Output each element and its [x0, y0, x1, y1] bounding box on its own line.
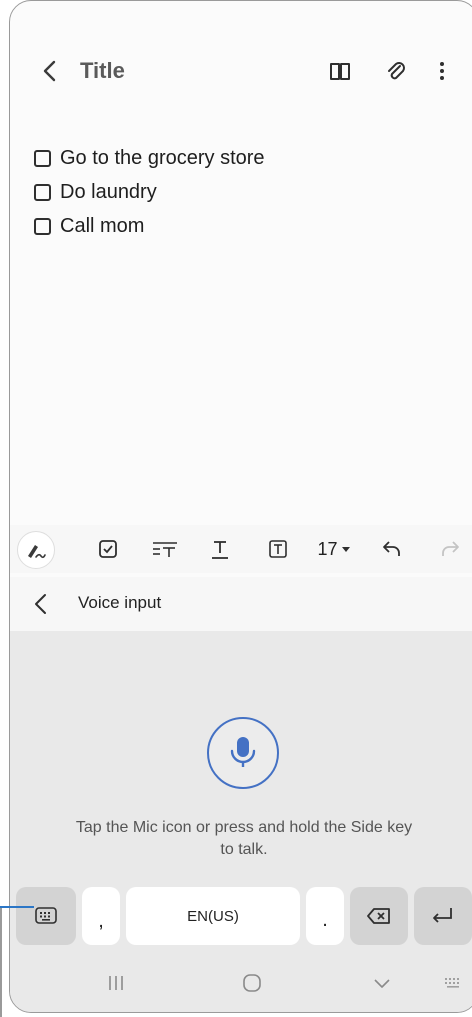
redo-icon: [442, 541, 459, 556]
mic-icon: [230, 737, 256, 767]
keyboard-icon: [445, 978, 459, 988]
enter-icon: [433, 908, 452, 923]
mic-button[interactable]: [207, 717, 279, 789]
space-key[interactable]: EN(US): [126, 887, 300, 945]
note-title[interactable]: Title: [80, 58, 125, 84]
text-box-icon: [269, 540, 287, 558]
voice-hint-line: to talk.: [220, 841, 268, 858]
backspace-icon: [367, 908, 390, 924]
checklist-item[interactable]: Go to the grocery store: [10, 141, 472, 175]
recents-button[interactable]: [102, 969, 130, 997]
callout-line: [0, 907, 2, 1017]
undo-button[interactable]: [378, 535, 406, 563]
comma-key[interactable]: ,: [82, 887, 120, 945]
language-label: EN(US): [187, 907, 239, 925]
home-button[interactable]: [238, 969, 266, 997]
voice-input-panel: Tap the Mic icon or press and hold the S…: [10, 631, 472, 1012]
font-size-value: 17: [317, 538, 338, 559]
chevron-left-icon: [35, 594, 46, 614]
paragraph-style-button[interactable]: [150, 535, 180, 563]
pen-icon: [28, 545, 46, 559]
more-vertical-icon: [440, 62, 444, 80]
hide-keyboard-button[interactable]: [368, 969, 396, 997]
keyboard-toggle-button[interactable]: [16, 887, 76, 945]
back-button[interactable]: [36, 57, 64, 85]
checklist-item[interactable]: Call mom: [10, 209, 472, 243]
dropdown-arrow-icon: [341, 547, 350, 552]
attach-button[interactable]: [382, 57, 410, 85]
voice-input-header: Voice input: [10, 577, 472, 631]
chevron-down-icon: [374, 979, 390, 988]
home-icon: [243, 974, 261, 992]
phone-frame: Title Go to the grocery store Do laundry: [9, 0, 472, 1013]
checklist-item-label: Go to the grocery store: [60, 146, 265, 169]
keyboard-switch-button[interactable]: [440, 969, 466, 997]
paperclip-icon: [388, 62, 405, 80]
period-key-label: .: [322, 908, 328, 931]
comma-key-label: ,: [98, 909, 104, 932]
navigation-bar: [10, 955, 472, 1011]
handwriting-button[interactable]: [17, 531, 55, 569]
text-underline-icon: [212, 541, 228, 559]
callout-pointer: [0, 906, 34, 908]
book-icon: [330, 63, 350, 80]
text-underline-button[interactable]: [206, 535, 234, 563]
undo-icon: [383, 541, 400, 556]
font-size-button[interactable]: 17: [314, 535, 354, 563]
chevron-left-icon: [43, 60, 56, 82]
enter-key[interactable]: [414, 887, 472, 945]
checkbox[interactable]: [34, 217, 51, 235]
checkbox-format-button[interactable]: [94, 535, 122, 563]
recents-icon: [109, 976, 123, 990]
voice-hint: Tap the Mic icon or press and hold the S…: [10, 817, 472, 861]
backspace-key[interactable]: [350, 887, 408, 945]
keyboard-row: , EN(US) .: [10, 887, 472, 947]
period-key[interactable]: .: [306, 887, 344, 945]
checkbox[interactable]: [34, 183, 51, 201]
voice-back-button[interactable]: [28, 591, 54, 617]
note-body[interactable]: Go to the grocery store Do laundry Call …: [10, 141, 472, 243]
checkbox[interactable]: [34, 149, 51, 167]
checklist-item-label: Do laundry: [60, 180, 157, 203]
checklist-item[interactable]: Do laundry: [10, 175, 472, 209]
checklist-item-label: Call mom: [60, 214, 145, 237]
text-box-button[interactable]: [264, 535, 292, 563]
redo-button[interactable]: [436, 535, 464, 563]
format-toolbar: 17: [10, 525, 472, 573]
reading-mode-button[interactable]: [326, 57, 354, 85]
voice-hint-line: Tap the Mic icon or press and hold the S…: [75, 819, 413, 836]
voice-input-title: Voice input: [78, 593, 162, 612]
checkbox-icon: [99, 540, 117, 558]
keyboard-icon: [35, 907, 57, 924]
text-style-icon: [153, 542, 177, 557]
app-bar: Title: [10, 41, 472, 105]
more-options-button[interactable]: [428, 57, 456, 85]
